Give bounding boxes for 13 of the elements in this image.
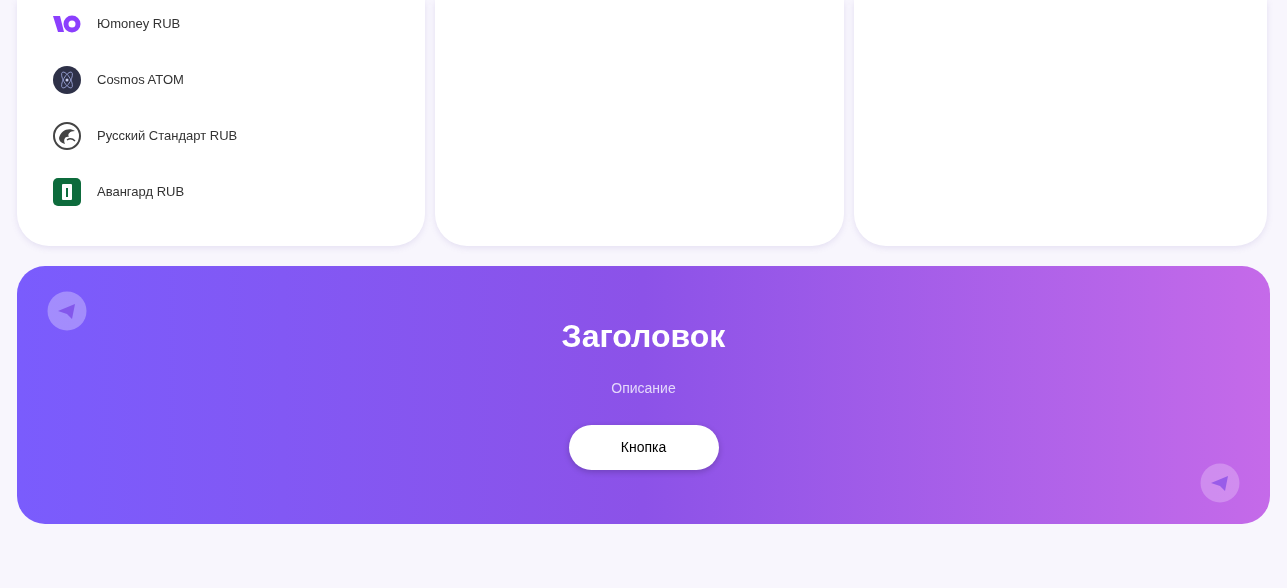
banner-description: Описание xyxy=(611,379,676,398)
telegram-icon xyxy=(1200,463,1240,503)
banner-button[interactable]: Кнопка xyxy=(568,425,719,470)
payment-method-label[interactable]: Авангард RUB xyxy=(97,182,185,202)
banner-title: Заголовок xyxy=(561,317,726,356)
atom-icon xyxy=(53,66,81,94)
payment-method-label[interactable]: Русский Стандарт RUB xyxy=(97,126,238,146)
wallet-logo-icon xyxy=(53,14,81,34)
bank-logo-icon xyxy=(53,178,81,206)
bank-logo-icon xyxy=(53,122,81,150)
payment-method-label[interactable]: Юmoney RUB xyxy=(97,14,181,34)
telegram-icon xyxy=(47,291,87,331)
payment-method-label[interactable]: Cosmos ATOM xyxy=(97,70,184,90)
